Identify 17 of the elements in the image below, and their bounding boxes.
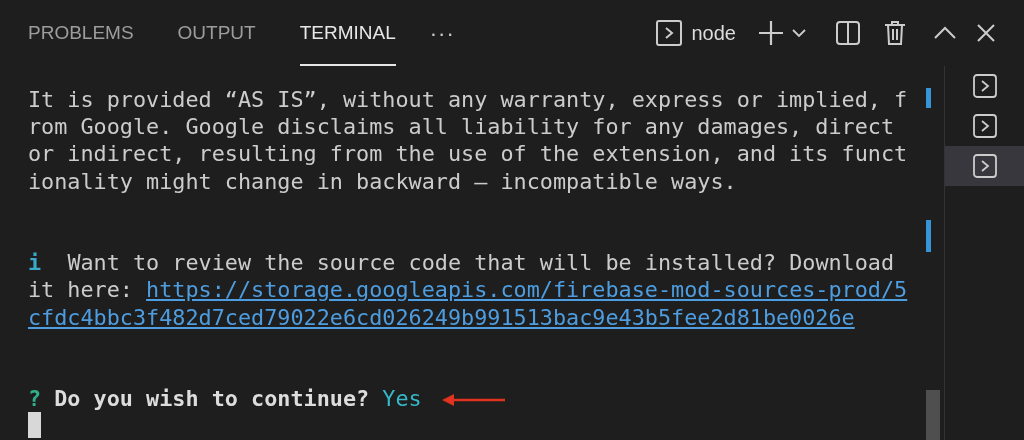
panel-tab[interactable]: TERMINAL: [299, 0, 396, 66]
panel-tab[interactable]: PROBLEMS: [28, 0, 134, 66]
terminal-name[interactable]: node: [691, 18, 736, 48]
link[interactable]: cfdc4bbc3f482d7ced79022e6cd026249b991513bac9e43b5fee2d81be0026e: [28, 304, 855, 330]
prompt-question: Do you wish to continue?: [54, 386, 370, 412]
terminal-line: Want to review the source code that will be installed? Download: [67, 250, 895, 276]
prompt-mark: ?: [28, 386, 42, 412]
terminal-line: ionality might change in backward – incompatible ways.: [28, 168, 737, 194]
more-actions-button[interactable]: ···: [429, 16, 455, 50]
link[interactable]: https://storage.googleapis.com/firebase-mod-sources-prod/5: [146, 277, 908, 303]
panel-tab[interactable]: OUTPUT: [177, 0, 256, 66]
terminal-line: or indirect, resulting from the use of the extension, and its funct: [28, 141, 908, 167]
terminal-text: it here:: [28, 277, 134, 303]
terminal-line: rom Google. Google disclaims all liability for any damages, direct: [28, 114, 895, 140]
info-mark: i: [28, 250, 42, 276]
prompt-answer: Yes: [382, 386, 422, 412]
terminal-line: It is provided “AS IS”, without any warranty, express or implied, f: [28, 87, 908, 112]
